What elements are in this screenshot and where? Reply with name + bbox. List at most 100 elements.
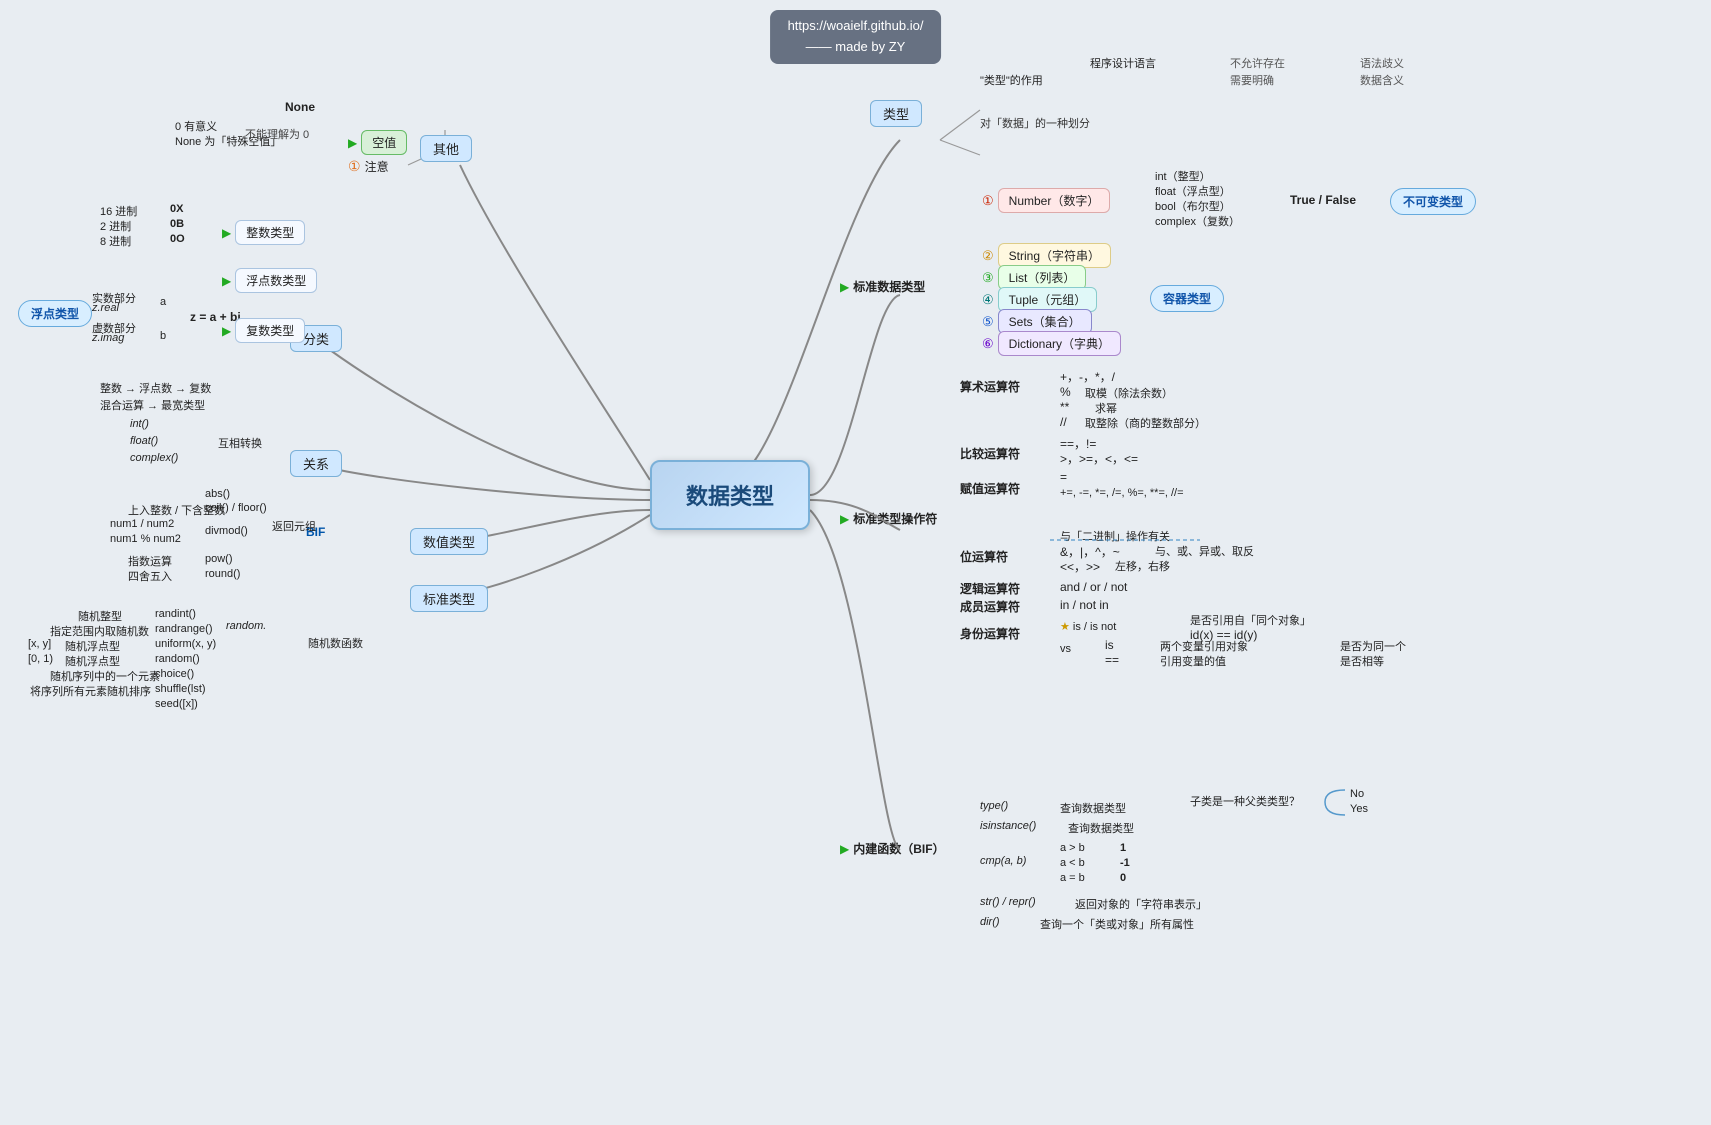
float-type: float（浮点型） [1155,183,1231,199]
suiji-zhengsu: 随机整型 [78,608,122,624]
hex8-val: 0O [170,233,185,245]
brace-fudian: 浮点类型 [18,300,92,327]
suiji-fudian2: 随机浮点型 [65,653,120,669]
bif-round: round() [205,568,240,580]
yuyi-hanyi: 数据含义 [1360,72,1404,88]
yes-label: Yes [1350,803,1368,815]
basic-ops: +，-，*，/ [1060,368,1115,385]
cmp-func: cmp(a, b) [980,855,1026,867]
assign-op: = [1060,470,1067,484]
cmp-val1: 1 [1120,842,1126,854]
xuyao-mingque: 需要明确 [1230,72,1274,88]
vs-label: vs [1060,643,1071,655]
suiji-hanshu: 随机数函数 [308,635,363,651]
suiji-fudian: 随机浮点型 [65,638,120,654]
choice: choice() [155,668,194,680]
dictionary-node: ⑥ Dictionary（字典） [982,331,1121,356]
yufa-jiyi: 语法歧义 [1360,55,1404,71]
str-repr-desc: 返回对象的「字符串表示」 [1075,896,1207,912]
cmp-row3: a = b [1060,872,1085,884]
shenfen-yunsuan: 身份运算符 [960,625,1020,642]
is-isnot: ★ is / is not [1060,620,1116,633]
shift-desc: 左移，右移 [1115,558,1170,574]
isinstance-func: isinstance() [980,820,1036,832]
shuffle: shuffle(lst) [155,683,206,695]
randint: randint() [155,608,196,620]
eq-desc: 引用变量的值 [1160,653,1226,669]
isinstance-desc: 查询数据类型 [1068,820,1134,836]
complex-func: complex() [130,452,178,464]
mod-desc: 取模（除法余数） [1085,385,1173,401]
chengyuan-yunsuan: 成员运算符 [960,598,1020,615]
z-imag: z.imag [92,332,124,344]
node-leixing: 类型 [870,100,922,127]
z-real: z.real [92,302,119,314]
hex2: 2 进制 [100,218,131,234]
assign-compound: +=, -=, *=, /=, %=, **=, //= [1060,487,1184,499]
shuju-huafen: 对「数据」的一种划分 [980,115,1090,131]
node-qita: 其他 [420,135,472,162]
random-func: random() [155,653,200,665]
node-fudianshu: ▶ 浮点数类型 [222,268,317,293]
node-zhuyì: ① 注意 [348,158,389,175]
node-neijian: ▶ 内建函数（BIF） [840,840,945,857]
bool-type: bool（布尔型） [1155,198,1231,214]
mod-op: % [1060,385,1071,399]
center-node: 数据类型 [650,460,810,530]
hex16-val: 0X [170,203,183,215]
cmp-row1: a > b [1060,842,1085,854]
hex8: 8 进制 [100,233,131,249]
node-biaozhun-caozuo: ▶ 标准类型操作符 [840,510,937,527]
a-label: a [160,296,166,308]
compare-ops2: >，>=，<，<= [1060,450,1138,467]
luoji-yunsuan: 逻辑运算符 [960,580,1020,597]
mindmap-container: https://woaielf.github.io/ —— made by ZY [0,0,1711,1125]
shifou-tongyi: 是否为同一个 [1340,638,1406,654]
node-biaozhun: 标准类型 [410,585,488,612]
randrange: randrange() [155,623,212,635]
is-desc: 两个变量引用对象 [1160,638,1248,654]
er-jinzhi: 与「二进制」操作有关 [1060,528,1170,544]
brace-zilei [1320,785,1350,820]
floordiv-desc: 取整除（商的整数部分） [1085,415,1206,431]
bu-neng-li: 不能理解为 0 [245,126,309,142]
bitwise-desc: 与、或、异或、取反 [1155,543,1254,559]
type-desc: 查询数据类型 [1060,800,1126,816]
url-banner: https://woaielf.github.io/ —— made by ZY [770,10,942,64]
type-func: type() [980,800,1008,812]
center-label: 数据类型 [686,479,774,511]
zilei-fulei: 子类是一种父类类型？ [1190,793,1300,809]
int-func: int() [130,418,149,430]
pow-desc: 求幂 [1095,400,1117,416]
url-line1: https://woaielf.github.io/ [788,16,924,37]
eq-label: == [1105,653,1119,667]
hex2-val: 0B [170,218,184,230]
suanshu-yunsuan: 算术运算符 [960,378,1020,395]
fanhuiyuanzu: 返回元组 [272,518,316,534]
z-formula: z = a + bj [190,310,241,324]
node-biaozhun-data: ▶ 标准数据类型 [840,278,925,295]
wei-yunsuan: 位运算符 [960,548,1008,565]
floordiv-op: // [1060,415,1067,429]
node-fushu: ▶ 复数类型 [222,318,305,343]
num1mod2: num1 % num2 [110,533,181,545]
zishu-yunsuän: 指数运算 [128,553,172,569]
fuzhi-yunsuan: 赋值运算符 [960,480,1020,497]
int-type: int（整型） [1155,168,1211,184]
cmp-row2: a < b [1060,857,1085,869]
zero-one-label: [0, 1) [28,653,53,665]
logic-ops: and / or / not [1060,580,1127,594]
bif-abs: abs() [205,488,230,500]
node-guanxi: 关系 [290,450,342,477]
yinyong-tongge: 是否引用自「同个对象」 [1190,612,1311,628]
huxiang-zhuanhuan: 互相转换 [218,435,262,451]
url-line2: —— made by ZY [788,37,924,58]
float-func: float() [130,435,158,447]
b-label: b [160,330,166,342]
member-ops: in / not in [1060,598,1109,612]
bif-ceil-func: ceil() / floor() [205,502,267,514]
guanxi-row2: 混合运算 → 最宽类型 [100,397,205,413]
suiji-paixu: 将序列所有元素随机排序 [30,683,151,699]
shift-ops: <<，>> [1060,558,1100,575]
number-node: ① Number（数字） [982,188,1110,213]
